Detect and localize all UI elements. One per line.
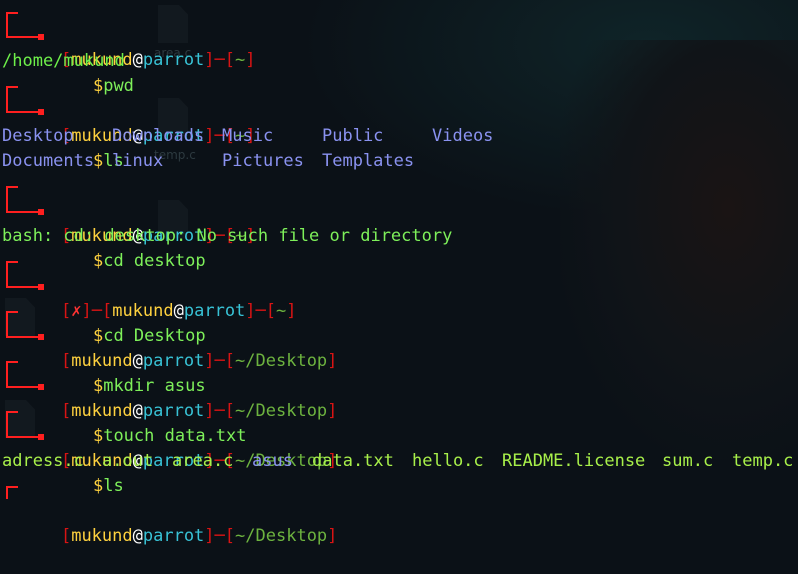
file-entry: sum.c [662, 451, 714, 471]
dir-entry: Videos [432, 126, 494, 146]
prompt-line-current: [mukund@parrot]─[~/Desktop] [0, 474, 798, 546]
prompt-line: [mukund@parrot]─[~/Desktop] [0, 399, 798, 471]
file-entry: data.txt [312, 451, 394, 471]
ls-output-row: Desktop Downloads Music Public Videos [0, 124, 798, 149]
file-entry: adress.c [2, 451, 84, 471]
prompt-line: [mukund@parrot]─[~] [0, 0, 798, 70]
dir-entry: Music [222, 126, 274, 146]
prompt-line-error: [✗]─[mukund@parrot]─[~] [0, 249, 798, 321]
file-entry: hello.c [412, 451, 484, 471]
prompt-line: [mukund@parrot]─[~] [0, 174, 798, 246]
command-line: $ls [0, 424, 798, 496]
dir-entry: linux [112, 151, 164, 171]
prompt-line: [mukund@parrot]─[~] [0, 74, 798, 146]
dir-entry: Public [322, 126, 384, 146]
file-entry: area.c [172, 451, 234, 471]
command-line: $cd Desktop [0, 274, 798, 346]
dir-entry: Templates [322, 151, 415, 171]
command-output: /home/mukund [2, 51, 125, 71]
ls-output-row: Documents linux Pictures Templates [0, 149, 798, 174]
dir-entry: Downloads [112, 126, 205, 146]
prompt-line: [mukund@parrot]─[~/Desktop] [0, 299, 798, 371]
command-line: $cd desktop [0, 199, 798, 271]
dir-entry: Pictures [222, 151, 304, 171]
dir-entry: Documents [2, 151, 95, 171]
file-entry: a.out [102, 451, 154, 471]
file-entry: temp.c [732, 451, 794, 471]
file-entry: README.license [502, 451, 646, 471]
ls-output-row: adress.c a.out area.c asus data.txt hell… [0, 449, 798, 474]
command-line: $ls [0, 99, 798, 171]
command-line: $pwd [0, 24, 798, 96]
dir-entry: asus [252, 451, 293, 471]
error-output: bash: cd: desktop: No such file or direc… [2, 226, 453, 246]
dir-entry: Desktop [2, 126, 74, 146]
command-line: $mkdir asus [0, 324, 798, 396]
terminal-output[interactable]: [mukund@parrot]─[~] $pwd /home/mukund [m… [0, 0, 798, 546]
prompt-line: [mukund@parrot]─[~/Desktop] [0, 349, 798, 421]
command-line: $touch data.txt [0, 374, 798, 446]
